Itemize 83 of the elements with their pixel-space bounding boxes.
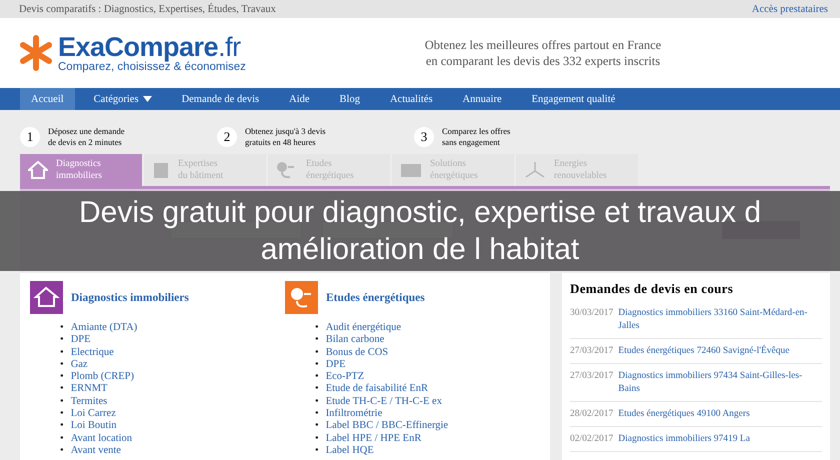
request-link[interactable]: Etudes énergétiques 49100 Angers (618, 408, 822, 421)
caption-text: Devis gratuit pour diagnostic, expertise et travaux d (78, 195, 762, 231)
request-date: 27/03/2017 (570, 370, 614, 383)
category-link[interactable]: Plomb (CREP) (70, 371, 134, 384)
bullet: • (60, 334, 64, 347)
bullet: • (60, 432, 64, 445)
category-link[interactable]: Gaz (70, 358, 88, 372)
nav-item[interactable]: Catégories (82, 88, 163, 110)
bullet: • (60, 383, 64, 396)
request-link[interactable]: Diagnostics immobiliers 97419 La (618, 433, 822, 446)
category-link[interactable]: Amiante (DTA) (70, 322, 138, 334)
step-number: 3 (414, 127, 434, 147)
category-link[interactable]: Bonus de COS (326, 346, 388, 359)
turbine-icon (524, 161, 546, 179)
category-link[interactable]: Avant location (70, 432, 132, 445)
bullet: • (315, 432, 319, 445)
request-link[interactable]: Diagnostics immobiliers 33160 Saint-Médard-en-Jalles (618, 307, 822, 333)
category-link[interactable]: Label HPE / HPE EnR (326, 432, 422, 445)
request-date: 02/02/2017 (570, 433, 614, 446)
nav-item[interactable]: Engagement qualité (520, 88, 626, 110)
category-link[interactable]: Avant vente (70, 444, 121, 458)
step-number: 2 (217, 127, 237, 147)
bullet: • (315, 408, 319, 420)
nav-item[interactable]: Aide (278, 88, 321, 110)
bullet: • (315, 371, 319, 384)
bullet: • (60, 444, 64, 458)
category-link[interactable]: Eco-PTZ (326, 371, 364, 384)
panel-icon (400, 162, 422, 178)
nav-item[interactable]: Annuaire (452, 88, 513, 110)
slogan: Obtenez les meilleures offres partout en France en comparant les devis des 332 experts inscrits (424, 37, 662, 69)
category-link[interactable]: Audit énergétique (326, 322, 402, 334)
bullet: • (315, 383, 319, 396)
caption-text: amélioration de l habitat (260, 232, 580, 268)
request-link[interactable]: Etudes énergétiques 72460 Savigné-l'Évêque (618, 345, 822, 358)
category-link[interactable]: DPE (326, 358, 346, 372)
request-date: 30/03/2017 (570, 307, 614, 320)
asterisk-logo-icon (18, 35, 54, 71)
category-link[interactable]: DPE (70, 334, 91, 347)
step-number: 1 (20, 127, 40, 147)
step-text: Comparez les offres sans engagement (442, 126, 510, 148)
bullet: • (60, 358, 64, 372)
category-link[interactable]: Etude de faisabilité EnR (326, 383, 428, 396)
nav-item[interactable]: Blog (328, 88, 371, 110)
bullet: • (315, 334, 319, 347)
logo-tagline: Comparez, choisissez & économisez (58, 61, 246, 73)
step-text: Déposez une demande de devis en 2 minutes (48, 126, 124, 148)
step-text: Obtenez jusqu'à 3 devis gratuits en 48 heures (245, 126, 326, 148)
bullet: • (60, 408, 64, 420)
bullet: • (315, 322, 319, 334)
category-link[interactable]: Termites (70, 396, 108, 408)
category-title[interactable]: Diagnostics immobiliers (71, 292, 189, 304)
bullet: • (315, 358, 319, 372)
nav-item[interactable]: Demande de devis (170, 88, 270, 110)
bullet: • (60, 322, 64, 334)
breadcrumb: Devis comparatifs : Diagnostics, Expertises, Études, Travaux (19, 4, 276, 14)
category-link[interactable]: Etude TH-C-E / TH-C-E ex (326, 396, 442, 408)
category-link[interactable]: Infiltrométrie (326, 408, 382, 420)
bullet: • (60, 346, 64, 359)
request-date: 27/03/2017 (570, 345, 614, 358)
logo-wordmark: ExaCompare.fr (58, 33, 241, 61)
bullet: • (60, 420, 64, 433)
category-link[interactable]: Label HQE (326, 444, 374, 458)
building-icon (152, 161, 170, 179)
provider-access-link[interactable]: Accès prestataires (752, 4, 828, 14)
category-link[interactable]: Loi Boutin (70, 420, 116, 433)
nav-item[interactable]: Accueil (20, 88, 75, 110)
category-link[interactable]: Loi Carrez (70, 408, 116, 420)
request-date: 28/02/2017 (570, 408, 614, 421)
category-link[interactable]: Electrique (70, 346, 114, 359)
bullet: • (60, 396, 64, 408)
category-title[interactable]: Etudes énergétiques (326, 292, 425, 304)
request-link[interactable]: Diagnostics immobiliers 97434 Saint-Gilles-les-Bains (618, 370, 822, 396)
requests-title: Demandes de devis en cours (570, 281, 734, 297)
bullet: • (315, 346, 319, 359)
bullet: • (315, 444, 319, 458)
house-icon (28, 161, 48, 179)
category-link[interactable]: Bilan carbone (326, 334, 384, 347)
bullet: • (315, 420, 319, 433)
bullet: • (60, 371, 64, 384)
nav-item[interactable]: Actualités (378, 88, 444, 110)
bullet: • (315, 396, 319, 408)
category-link[interactable]: ERNMT (70, 383, 108, 396)
category-link[interactable]: Label BBC / BBC-Effinergie (326, 420, 448, 433)
